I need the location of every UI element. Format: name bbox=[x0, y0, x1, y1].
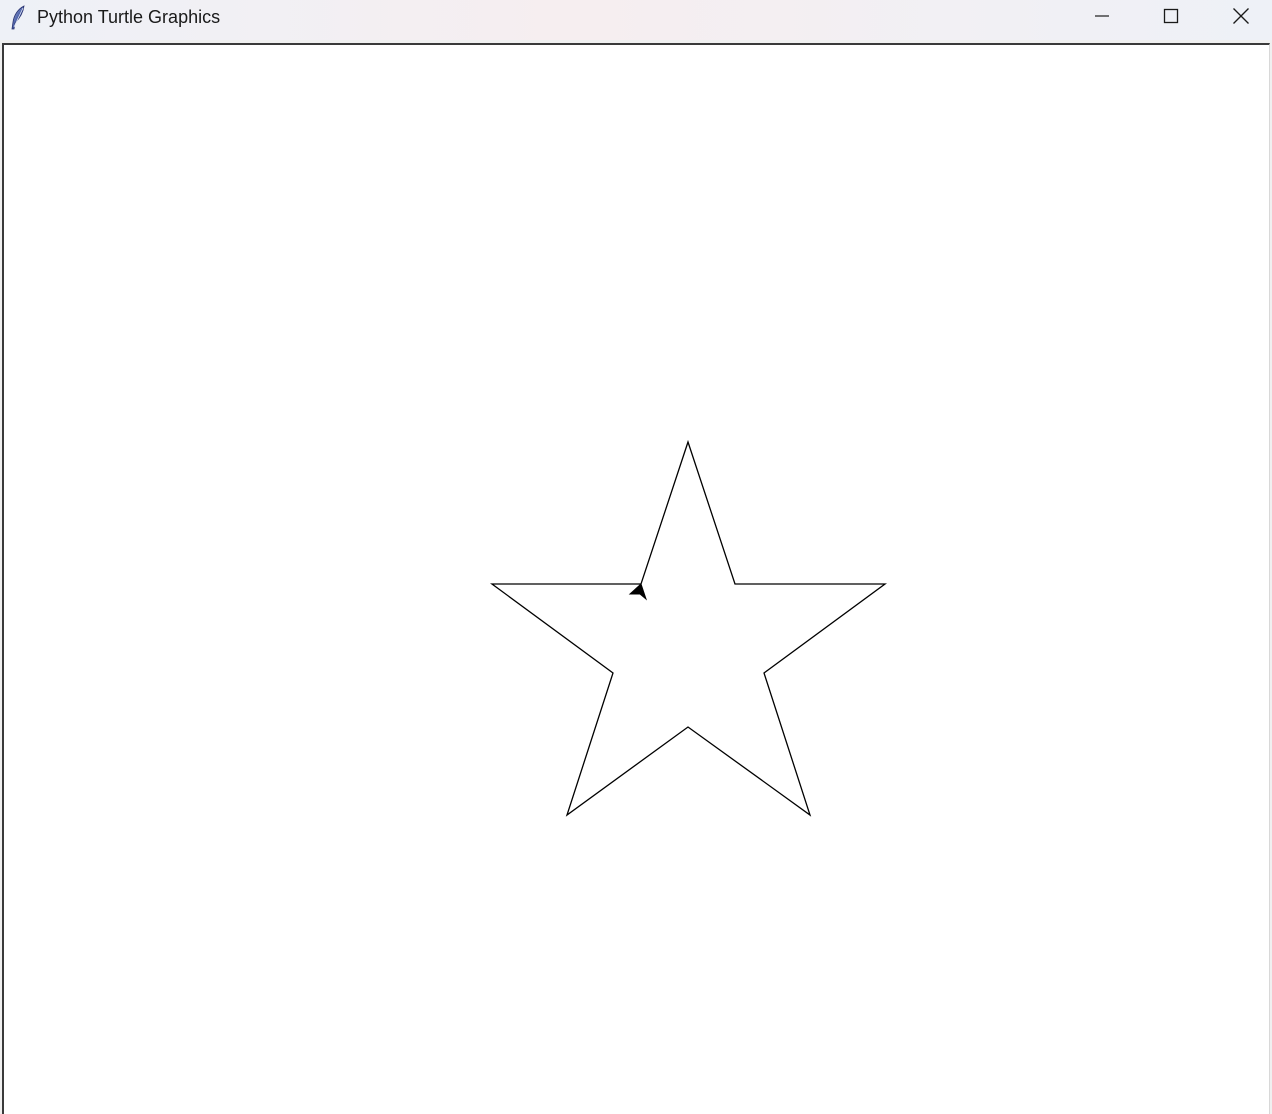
minimize-icon bbox=[1094, 8, 1110, 24]
maximize-button[interactable] bbox=[1141, 0, 1201, 32]
star-outline bbox=[490, 439, 887, 817]
tk-feather-icon bbox=[10, 5, 28, 31]
drawing-surface bbox=[490, 439, 887, 817]
turtle-canvas[interactable] bbox=[2, 43, 1270, 1114]
close-icon bbox=[1232, 7, 1250, 25]
close-button[interactable] bbox=[1211, 0, 1271, 32]
turtle-cursor bbox=[628, 583, 648, 601]
maximize-icon bbox=[1163, 8, 1179, 24]
window-title: Python Turtle Graphics bbox=[37, 7, 221, 27]
minimize-button[interactable] bbox=[1072, 0, 1132, 32]
title-bar[interactable]: Python Turtle Graphics bbox=[0, 0, 1272, 40]
turtle-window: Python Turtle Graphics bbox=[0, 0, 1272, 1114]
